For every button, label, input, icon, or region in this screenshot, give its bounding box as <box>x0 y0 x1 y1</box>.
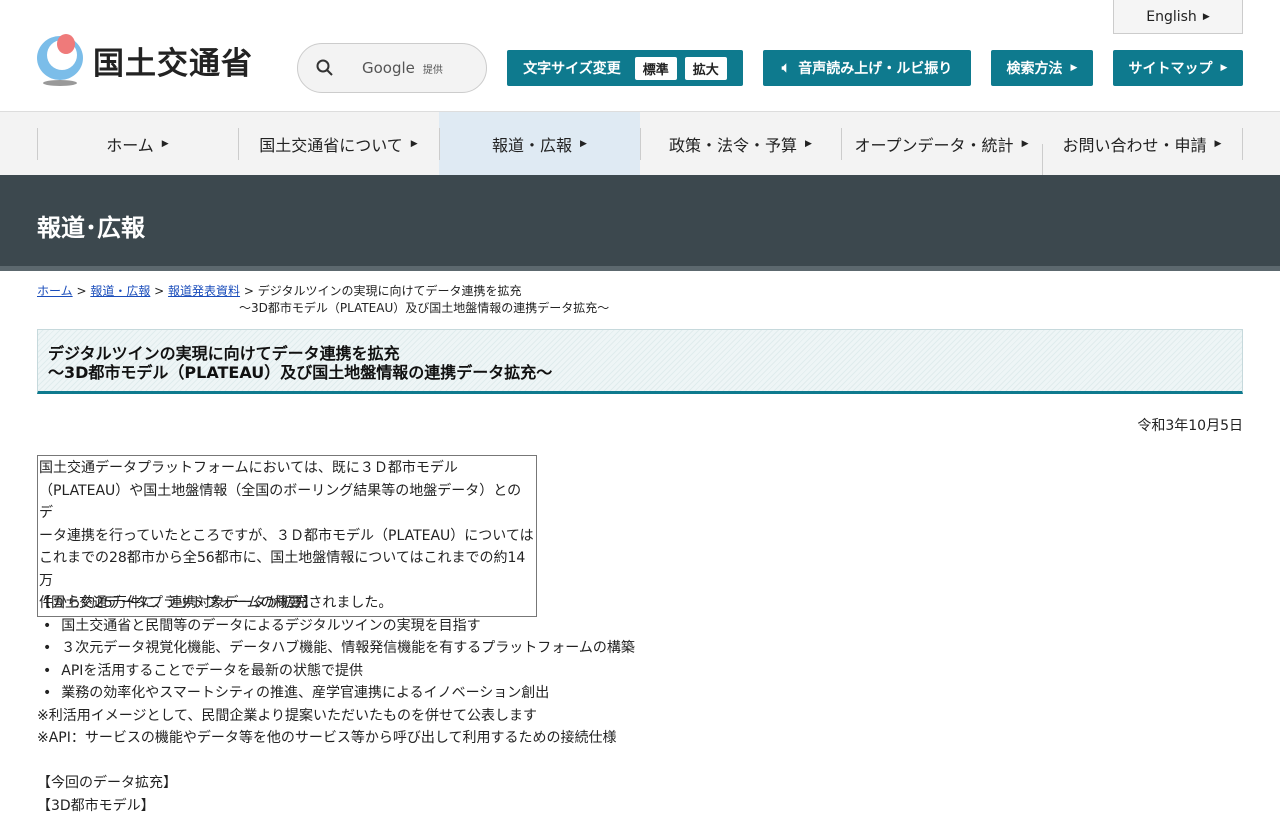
search-method-label: 検索方法 <box>1007 58 1063 78</box>
font-size-control: 文字サイズ変更 標準 拡大 <box>507 50 743 86</box>
nav-label: 国土交通省について <box>259 132 403 156</box>
nav-about[interactable]: 国土交通省について ▶ <box>238 112 439 175</box>
note: ※利活用イメージとして、民間企業より提案いただいたものを併せて公表します <box>37 705 635 728</box>
breadcrumb: ホーム > 報道・広報 > 報道発表資料 > デジタルツインの実現に向けてデータ… <box>37 283 609 317</box>
nav-label: オープンデータ・統計 <box>855 132 1014 156</box>
summary-line: これまでの28都市から全56都市に、国土地盤情報についてはこれまでの約14万 <box>39 547 535 592</box>
breadcrumb-current-sub: ～3D都市モデル（PLATEAU）及び国土地盤情報の連携データ拡充～ <box>37 301 609 315</box>
article-title: デジタルツインの実現に向けてデータ連携を拡充 ～3D都市モデル（PLATEAU）… <box>37 329 1243 394</box>
section-banner: 報道･広報 <box>0 175 1280 271</box>
overview-list: 国土交通省と民間等のデータによるデジタルツインの実現を目指す ３次元データ視覚化… <box>37 615 635 705</box>
search-method-button[interactable]: 検索方法 ▶ <box>991 50 1093 86</box>
search-box[interactable]: Google 提供 <box>297 43 487 93</box>
nav-policy[interactable]: 政策・法令・予算 ▶ <box>640 112 841 175</box>
english-link[interactable]: English ▶ <box>1113 0 1243 34</box>
logo-text: 国土交通省 <box>93 38 253 83</box>
read-aloud-label: 音声読み上げ・ルビ振り <box>798 58 952 78</box>
speaker-icon: 🔈︎ <box>782 60 790 76</box>
list-item: 国土交通省と民間等のデータによるデジタルツインの実現を目指す <box>37 615 635 638</box>
list-item: 業務の効率化やスマートシティの推進、産学官連携によるイノベーション創出 <box>37 682 635 705</box>
title-line: ～3D都市モデル（PLATEAU）及び国土地盤情報の連携データ拡充～ <box>48 363 1232 382</box>
summary-line: ータ連携を行っていたところですが、３Ｄ都市モデル（PLATEAU）については <box>39 525 535 548</box>
sitemap-button[interactable]: サイトマップ ▶ <box>1113 50 1243 86</box>
search-brand: Google <box>362 59 415 77</box>
overview-heading: 【国土交通データプラットフォームの概要】 <box>37 592 635 615</box>
breadcrumb-press[interactable]: 報道・広報 <box>90 284 150 298</box>
search-icon <box>316 59 334 77</box>
breadcrumb-releases[interactable]: 報道発表資料 <box>168 284 240 298</box>
expansion-subheading: 【3D都市モデル】 <box>37 795 635 817</box>
font-standard-button[interactable]: 標準 <box>635 57 677 80</box>
nav-label: 報道・広報 <box>492 132 572 156</box>
triangle-right-icon: ▶ <box>805 139 812 149</box>
section-title: 報道･広報 <box>37 208 145 243</box>
sitemap-label: サイトマップ <box>1129 58 1213 78</box>
title-line: デジタルツインの実現に向けてデータ連携を拡充 <box>48 344 1232 363</box>
triangle-right-icon: ▶ <box>411 139 418 149</box>
publish-date: 令和3年10月5日 <box>1137 415 1243 435</box>
summary-line: 国土交通データプラットフォームにおいては、既に３Ｄ都市モデル <box>39 457 535 480</box>
triangle-right-icon: ▶ <box>1215 139 1222 149</box>
summary-line: （PLATEAU）や国土地盤情報（全国のボーリング結果等の地盤データ）とのデ <box>39 480 535 525</box>
font-size-label: 文字サイズ変更 <box>523 58 621 78</box>
nav-label: お問い合わせ・申請 <box>1063 132 1207 156</box>
mlit-logo[interactable]: 国土交通省 <box>37 34 253 86</box>
triangle-right-icon: ▶ <box>1022 139 1029 149</box>
nav-home[interactable]: ホーム ▶ <box>37 112 238 175</box>
triangle-right-icon: ▶ <box>1221 63 1228 73</box>
logo-emblem-icon <box>37 34 85 86</box>
article-body: 【国土交通データプラットフォームの概要】 国土交通省と民間等のデータによるデジタ… <box>37 592 635 817</box>
read-aloud-button[interactable]: 🔈︎ 音声読み上げ・ルビ振り <box>763 50 971 86</box>
nav-label: 政策・法令・予算 <box>669 132 797 156</box>
english-label: English <box>1146 9 1197 25</box>
triangle-right-icon: ▶ <box>162 139 169 149</box>
nav-opendata[interactable]: オープンデータ・統計 ▶ <box>841 112 1042 175</box>
breadcrumb-current: デジタルツインの実現に向けてデータ連携を拡充 <box>258 284 522 298</box>
expansion-heading: 【今回のデータ拡充】 <box>37 772 635 795</box>
triangle-right-icon: ▶ <box>580 139 587 149</box>
nav-contact[interactable]: お問い合わせ・申請 ▶ <box>1042 128 1243 160</box>
list-item: APIを活用することでデータを最新の状態で提供 <box>37 660 635 683</box>
global-nav: ホーム ▶ 国土交通省について ▶ 報道・広報 ▶ 政策・法令・予算 ▶ オープンデータ… <box>0 111 1280 175</box>
nav-label: ホーム <box>106 132 154 156</box>
search-provided: 提供 <box>423 61 443 76</box>
triangle-right-icon: ▶ <box>1071 63 1078 73</box>
breadcrumb-home[interactable]: ホーム <box>37 284 73 298</box>
triangle-right-icon: ▶ <box>1203 12 1210 22</box>
nav-press[interactable]: 報道・広報 ▶ <box>439 112 640 175</box>
font-large-button[interactable]: 拡大 <box>685 57 727 80</box>
list-item: ３次元データ視覚化機能、データハブ機能、情報発信機能を有するプラットフォームの構… <box>37 637 635 660</box>
note: ※API：サービスの機能やデータ等を他のサービス等から呼び出して利用するための接… <box>37 727 635 750</box>
